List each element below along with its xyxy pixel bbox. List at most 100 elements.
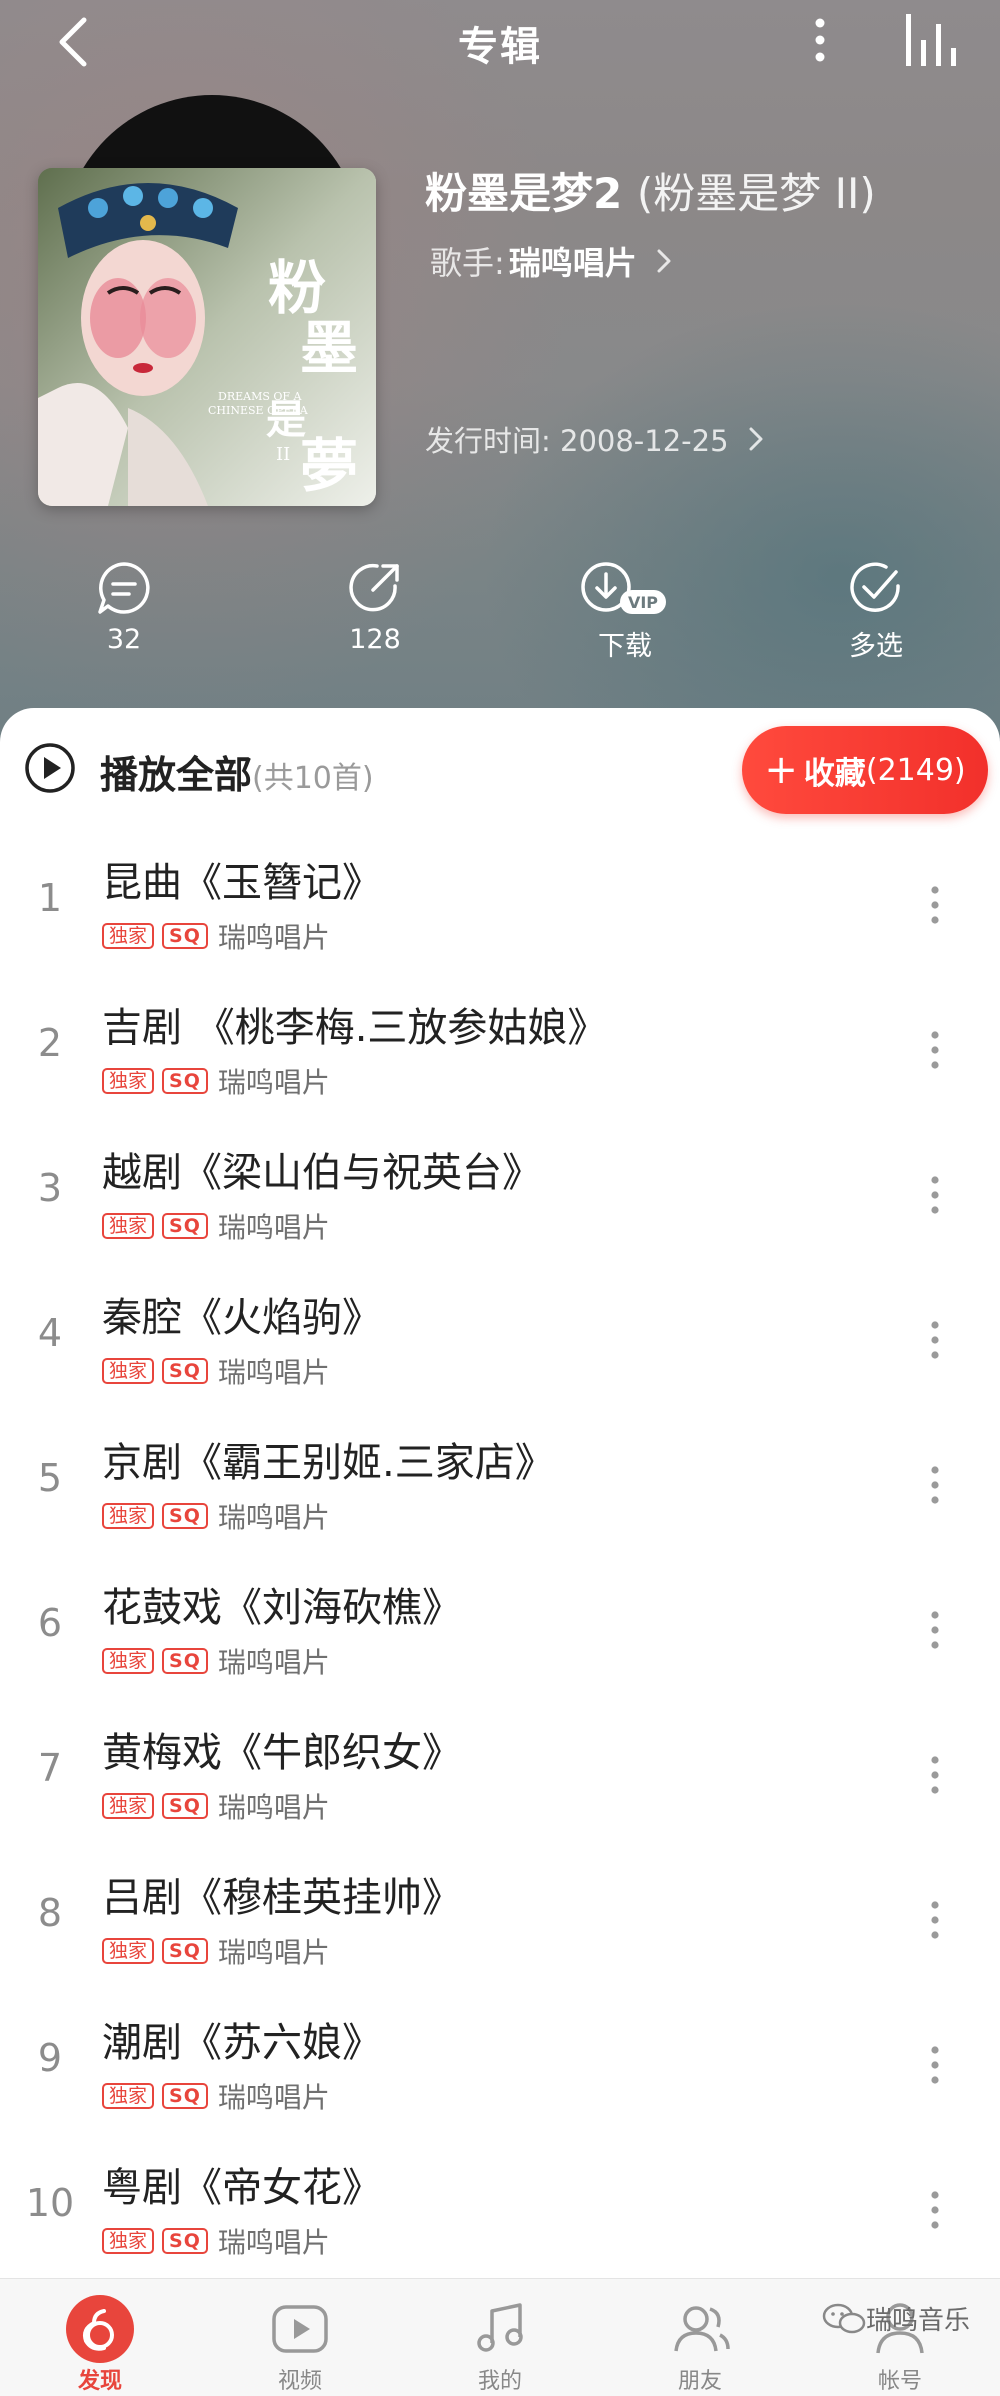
video-icon (272, 2305, 328, 2353)
track-row[interactable]: 6 花鼓戏《刘海砍樵》 独家 SQ 瑞鸣唱片 (0, 1557, 1000, 1702)
track-row[interactable]: 8 吕剧《穆桂英挂帅》 独家 SQ 瑞鸣唱片 (0, 1847, 1000, 1992)
tab-label: 朋友 (677, 2369, 722, 2394)
play-all-label[interactable]: 播放全部(共10首) (100, 744, 374, 799)
track-artist: 瑞鸣唱片 (217, 1646, 330, 1679)
chevron-right-icon (749, 427, 763, 451)
track-row[interactable]: 1 昆曲《玉簪记》 独家 SQ 瑞鸣唱片 (0, 832, 1000, 977)
discover-icon (66, 2295, 134, 2363)
track-title: 越剧《梁山伯与祝英台》 (102, 1150, 542, 1196)
sq-badge: SQ (162, 1648, 208, 1674)
track-list-panel: 播放全部(共10首) + 收藏 (2149) 1 昆曲《玉簪记》 独家 SQ 瑞鸣唱片 2… (0, 708, 1000, 2278)
album-title-alt: (粉墨是梦 II) (636, 169, 876, 218)
play-all-row[interactable]: 播放全部(共10首) + 收藏 (2149) (0, 708, 1000, 833)
collect-label: 收藏 (803, 755, 866, 792)
track-more-icon[interactable] (920, 2042, 950, 2088)
tab-account[interactable]: 帐号 (800, 2279, 1000, 2396)
multiselect-label: 多选 (849, 631, 903, 662)
album-cover-art: 粉 墨 是 夢 DREAMS OF A CHINESE OPERA II (38, 168, 376, 506)
track-more-icon[interactable] (920, 882, 950, 928)
track-row[interactable]: 5 京剧《霸王别姬.三家店》 独家 SQ 瑞鸣唱片 (0, 1412, 1000, 1557)
track-artist: 瑞鸣唱片 (217, 1501, 330, 1534)
chevron-right-icon (657, 249, 671, 273)
track-title: 吕剧《穆桂英挂帅》 (102, 1875, 462, 1921)
track-more-icon[interactable] (920, 1897, 950, 1943)
album-title: 粉墨是梦2 (粉墨是梦 II) (425, 160, 876, 221)
bottom-tab-bar: 发现 视频 我的 朋友 帐号 (0, 2278, 1000, 2396)
svg-text:夢: 夢 (300, 432, 358, 500)
track-row[interactable]: 9 潮剧《苏六娘》 独家 SQ 瑞鸣唱片 (0, 1992, 1000, 2137)
share-button[interactable]: 128 (305, 560, 445, 655)
track-number: 6 (37, 1601, 63, 1645)
track-number: 3 (37, 1166, 63, 1210)
track-number: 10 (25, 2181, 75, 2225)
equalizer-bars-icon (906, 14, 956, 66)
artist-link[interactable]: 歌手: 瑞鸣唱片 (430, 238, 677, 284)
more-options-button[interactable] (800, 10, 840, 70)
comments-button[interactable]: 32 (54, 560, 194, 655)
tab-discover[interactable]: 发现 (0, 2279, 200, 2396)
vertical-dots-icon (815, 18, 825, 62)
sq-badge: SQ (162, 923, 208, 949)
track-more-icon[interactable] (920, 1607, 950, 1653)
track-number: 7 (37, 1746, 63, 1790)
track-title: 秦腔《火焰驹》 (102, 1295, 382, 1341)
download-button[interactable]: VIP 下载 (555, 560, 695, 663)
track-row[interactable]: 10 粤剧《帝女花》 独家 SQ 瑞鸣唱片 (0, 2137, 1000, 2282)
release-date-link[interactable]: 发行时间: 2008-12-25 (425, 418, 769, 460)
track-more-icon[interactable] (920, 1317, 950, 1363)
sq-badge: SQ (162, 1068, 208, 1094)
collect-button[interactable]: + 收藏 (2149) (742, 726, 988, 814)
track-meta: 独家 SQ 瑞鸣唱片 (102, 1641, 330, 1681)
check-circle-icon (850, 562, 900, 612)
track-number: 1 (37, 876, 63, 920)
track-row[interactable]: 4 秦腔《火焰驹》 独家 SQ 瑞鸣唱片 (0, 1267, 1000, 1412)
exclusive-badge: 独家 (102, 1648, 155, 1674)
tab-friends[interactable]: 朋友 (600, 2279, 800, 2396)
download-label: 下载 (598, 631, 652, 662)
multiselect-button[interactable]: 多选 (806, 560, 946, 663)
track-more-icon[interactable] (920, 2187, 950, 2233)
plus-icon: + (764, 747, 798, 793)
top-bar: 专辑 (0, 0, 1000, 80)
download-vip-icon: VIP (581, 562, 666, 614)
exclusive-badge: 独家 (102, 2083, 155, 2109)
track-meta: 独家 SQ 瑞鸣唱片 (102, 1496, 330, 1536)
album-cover[interactable]: 粉 墨 是 夢 DREAMS OF A CHINESE OPERA II (38, 168, 376, 506)
exclusive-badge: 独家 (102, 1793, 155, 1819)
track-title: 京剧《霸王别姬.三家店》 (102, 1440, 555, 1486)
track-artist: 瑞鸣唱片 (217, 2226, 330, 2259)
track-meta: 独家 SQ 瑞鸣唱片 (102, 1351, 330, 1391)
release-date: 发行时间: 2008-12-25 (425, 424, 729, 458)
track-artist: 瑞鸣唱片 (217, 1791, 330, 1824)
track-row[interactable]: 3 越剧《梁山伯与祝英台》 独家 SQ 瑞鸣唱片 (0, 1122, 1000, 1267)
exclusive-badge: 独家 (102, 1068, 155, 1094)
track-meta: 独家 SQ 瑞鸣唱片 (102, 1061, 330, 1101)
svg-text:CHINESE OPERA: CHINESE OPERA (208, 404, 309, 417)
track-row[interactable]: 2 吉剧 《桃李梅.三放参姑娘》 独家 SQ 瑞鸣唱片 (0, 977, 1000, 1122)
track-more-icon[interactable] (920, 1172, 950, 1218)
exclusive-badge: 独家 (102, 1213, 155, 1239)
artist-name: 瑞鸣唱片 (508, 244, 637, 282)
tab-video[interactable]: 视频 (200, 2279, 400, 2396)
track-more-icon[interactable] (920, 1462, 950, 1508)
tab-label: 视频 (277, 2369, 322, 2394)
album-actions-bar: 32 128 VIP 下载 多选 (0, 560, 1000, 680)
friends-icon (674, 2306, 730, 2352)
track-more-icon[interactable] (920, 1752, 950, 1798)
play-circle-icon[interactable] (24, 742, 76, 794)
sq-badge: SQ (162, 2228, 208, 2254)
tab-mine[interactable]: 我的 (400, 2279, 600, 2396)
track-artist: 瑞鸣唱片 (217, 1936, 330, 1969)
track-more-icon[interactable] (920, 1027, 950, 1073)
vip-badge: VIP (628, 593, 658, 612)
sq-badge: SQ (162, 2083, 208, 2109)
tab-label: 帐号 (877, 2369, 922, 2394)
track-artist: 瑞鸣唱片 (217, 1211, 330, 1244)
track-row[interactable]: 7 黄梅戏《牛郎织女》 独家 SQ 瑞鸣唱片 (0, 1702, 1000, 1847)
now-playing-button[interactable] (900, 10, 960, 70)
track-artist: 瑞鸣唱片 (217, 2081, 330, 2114)
sq-badge: SQ (162, 1938, 208, 1964)
album-title-main: 粉墨是梦2 (425, 169, 623, 218)
exclusive-badge: 独家 (102, 2228, 155, 2254)
tab-label: 我的 (477, 2369, 522, 2394)
